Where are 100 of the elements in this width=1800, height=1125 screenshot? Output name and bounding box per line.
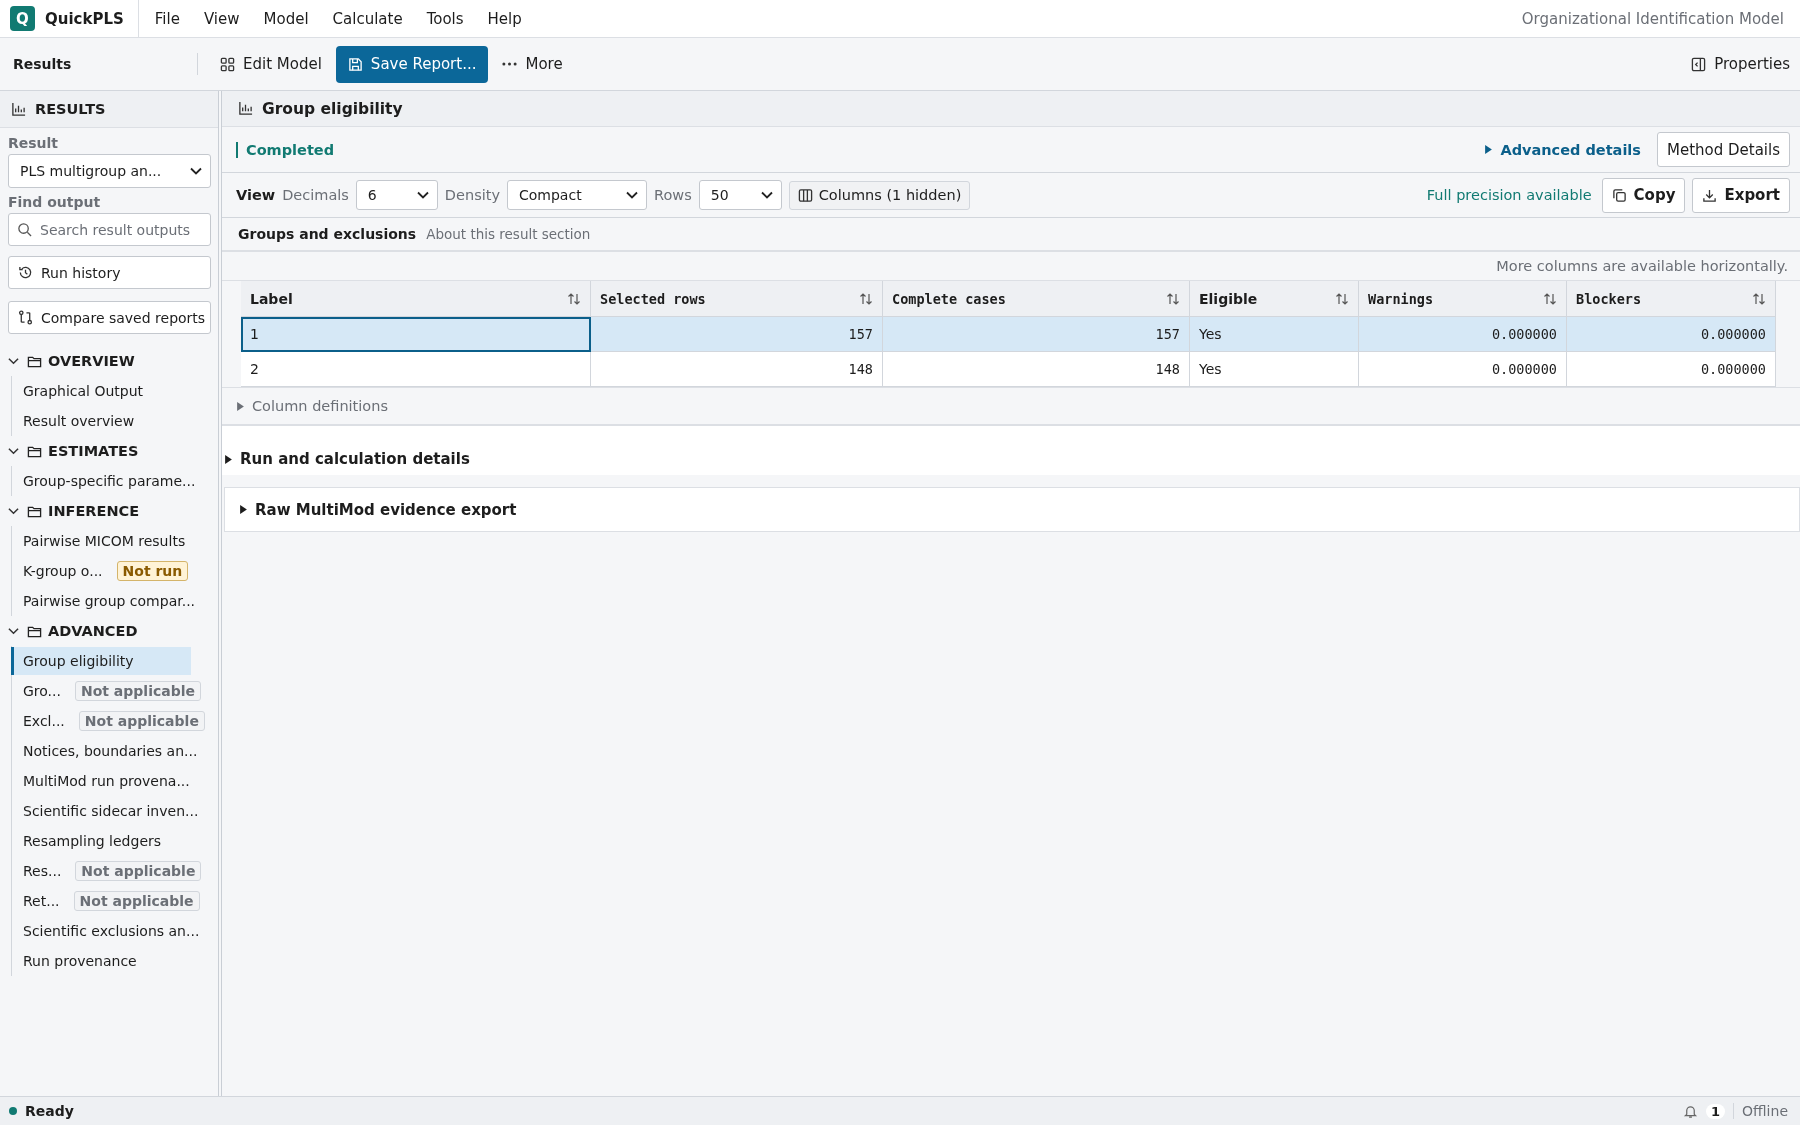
table-cell: 0.000000 bbox=[1567, 317, 1776, 352]
sidebar-item[interactable]: Run provenance bbox=[11, 947, 143, 975]
column-definitions-toggle[interactable]: Column definitions bbox=[236, 398, 388, 414]
compare-reports-button[interactable]: Compare saved reports bbox=[8, 301, 211, 334]
sidebar-item[interactable]: MultiMod run provena... bbox=[11, 767, 196, 795]
table-row[interactable]: 2 148 148 Yes 0.000000 0.000000 bbox=[241, 352, 1800, 387]
table-row[interactable]: 1 157 157 Yes 0.000000 0.000000 bbox=[241, 317, 1800, 352]
compare-icon bbox=[18, 310, 33, 325]
bar-chart-icon bbox=[11, 101, 26, 117]
advanced-details-toggle[interactable]: Advanced details bbox=[1484, 141, 1641, 158]
sort-icon bbox=[567, 291, 581, 306]
edit-model-button[interactable]: Edit Model bbox=[210, 45, 332, 83]
sidebar-item[interactable]: Graphical Output bbox=[11, 377, 150, 405]
details-toggle[interactable]: Raw MultiMod evidence export bbox=[224, 487, 1800, 532]
column-header[interactable]: Complete cases bbox=[883, 281, 1190, 317]
sidebar-title: RESULTS bbox=[35, 101, 106, 117]
menu-item[interactable]: Model bbox=[251, 3, 321, 34]
sidebar-item[interactable]: Scientific sidecar inven... bbox=[11, 797, 205, 825]
precision-note: Full precision available bbox=[1426, 187, 1592, 203]
chevron-icon bbox=[8, 447, 19, 455]
chevron-icon bbox=[8, 627, 19, 635]
app-name: QuickPLS bbox=[45, 9, 124, 28]
view-label: View bbox=[236, 187, 276, 203]
caret-icon bbox=[239, 505, 248, 514]
status-text: Ready bbox=[25, 1103, 74, 1119]
chevron-down-icon bbox=[190, 167, 202, 175]
more-button[interactable]: More bbox=[492, 45, 573, 83]
status-badge: Not applicable bbox=[74, 681, 202, 701]
menu-item[interactable]: Help bbox=[475, 3, 534, 34]
sidebar-item[interactable]: Res... bbox=[11, 857, 68, 885]
caret-icon bbox=[236, 401, 245, 411]
sidebar-item[interactable]: Resampling ledgers bbox=[11, 827, 168, 855]
table-cell: 0.000000 bbox=[1567, 352, 1776, 387]
section-title: Groups and exclusions bbox=[238, 226, 417, 242]
columns-button[interactable]: Columns (1 hidden) bbox=[788, 180, 971, 210]
caret-icon bbox=[224, 454, 233, 464]
column-header[interactable]: Eligible bbox=[1190, 281, 1359, 317]
sidebar-item[interactable]: Scientific exclusions an... bbox=[11, 917, 206, 945]
result-dropdown[interactable]: PLS multigroup an... bbox=[8, 154, 211, 188]
menu-item[interactable]: File bbox=[142, 3, 192, 34]
section-header[interactable]: INFERENCE bbox=[8, 496, 140, 526]
rows-dropdown[interactable]: 50 bbox=[698, 180, 782, 210]
connection-status: Offline bbox=[1742, 1103, 1788, 1119]
save-report-button[interactable]: Save Report... bbox=[335, 45, 489, 83]
notification-count[interactable]: 1 bbox=[1706, 1103, 1726, 1119]
menu-item[interactable]: Calculate bbox=[320, 3, 415, 34]
section-header[interactable]: ADVANCED bbox=[8, 616, 138, 646]
grid-icon bbox=[220, 56, 235, 72]
column-header[interactable]: Warnings bbox=[1359, 281, 1567, 317]
table-cell: 148 bbox=[591, 352, 883, 387]
status-dot-icon bbox=[9, 1107, 17, 1115]
about-section-link[interactable]: About this result section bbox=[426, 226, 591, 242]
section-header[interactable]: ESTIMATES bbox=[8, 436, 139, 466]
rows-label: Rows bbox=[654, 187, 692, 203]
chevron-icon bbox=[8, 507, 19, 515]
sidebar-item[interactable]: Group-specific parame... bbox=[11, 467, 202, 495]
sidebar-item[interactable]: Group eligibility bbox=[11, 647, 191, 675]
model-title: Organizational Identification Model bbox=[1521, 9, 1785, 28]
table-cell: Yes bbox=[1190, 352, 1359, 387]
bell-icon bbox=[1683, 1103, 1698, 1119]
sidebar-item[interactable]: Pairwise group compar... bbox=[11, 587, 202, 615]
copy-button[interactable]: Copy bbox=[1601, 177, 1686, 213]
status-badge: Not applicable bbox=[75, 861, 202, 881]
section-header[interactable]: OVERVIEW bbox=[8, 346, 135, 376]
sort-icon bbox=[1752, 291, 1766, 306]
run-history-button[interactable]: Run history bbox=[8, 256, 211, 289]
app-logo: Q bbox=[10, 6, 35, 31]
sidebar-item[interactable]: Notices, boundaries an... bbox=[11, 737, 204, 765]
properties-button[interactable]: Properties bbox=[1681, 45, 1800, 83]
copy-icon bbox=[1611, 187, 1627, 203]
sidebar-item[interactable]: Excl... bbox=[11, 707, 71, 735]
sidebar-item[interactable]: Result overview bbox=[11, 407, 141, 435]
status-badge: Not applicable bbox=[78, 711, 205, 731]
sidebar-item[interactable]: K-group o... bbox=[11, 557, 109, 585]
history-icon bbox=[18, 265, 33, 280]
search-field[interactable]: Search result outputs bbox=[8, 213, 211, 246]
more-icon bbox=[502, 61, 518, 67]
column-header[interactable]: Label bbox=[241, 281, 591, 317]
table-cell: Yes bbox=[1190, 317, 1359, 352]
column-header[interactable]: Blockers bbox=[1567, 281, 1776, 317]
export-button[interactable]: Export bbox=[1692, 177, 1790, 213]
search-icon bbox=[17, 222, 32, 237]
sort-icon bbox=[859, 291, 873, 306]
panel-icon bbox=[1691, 56, 1707, 72]
method-details-button[interactable]: Method Details bbox=[1656, 132, 1790, 167]
chevron-down-icon bbox=[416, 191, 429, 199]
column-header[interactable]: Selected rows bbox=[591, 281, 883, 317]
sidebar-item[interactable]: Gro... bbox=[11, 677, 67, 705]
sidebar-item[interactable]: Ret... bbox=[11, 887, 66, 915]
sidebar-item[interactable]: Pairwise MICOM results bbox=[11, 527, 192, 555]
columns-icon bbox=[797, 187, 813, 203]
sort-icon bbox=[1166, 291, 1180, 306]
decimals-dropdown[interactable]: 6 bbox=[355, 180, 438, 210]
menu-item[interactable]: Tools bbox=[414, 3, 476, 34]
table-cell: 157 bbox=[883, 317, 1190, 352]
density-dropdown[interactable]: Compact bbox=[507, 180, 647, 210]
menu-item[interactable]: View bbox=[191, 3, 252, 34]
table-cell: 148 bbox=[883, 352, 1190, 387]
download-icon bbox=[1702, 187, 1718, 203]
details-toggle[interactable]: Run and calculation details bbox=[222, 425, 1800, 475]
